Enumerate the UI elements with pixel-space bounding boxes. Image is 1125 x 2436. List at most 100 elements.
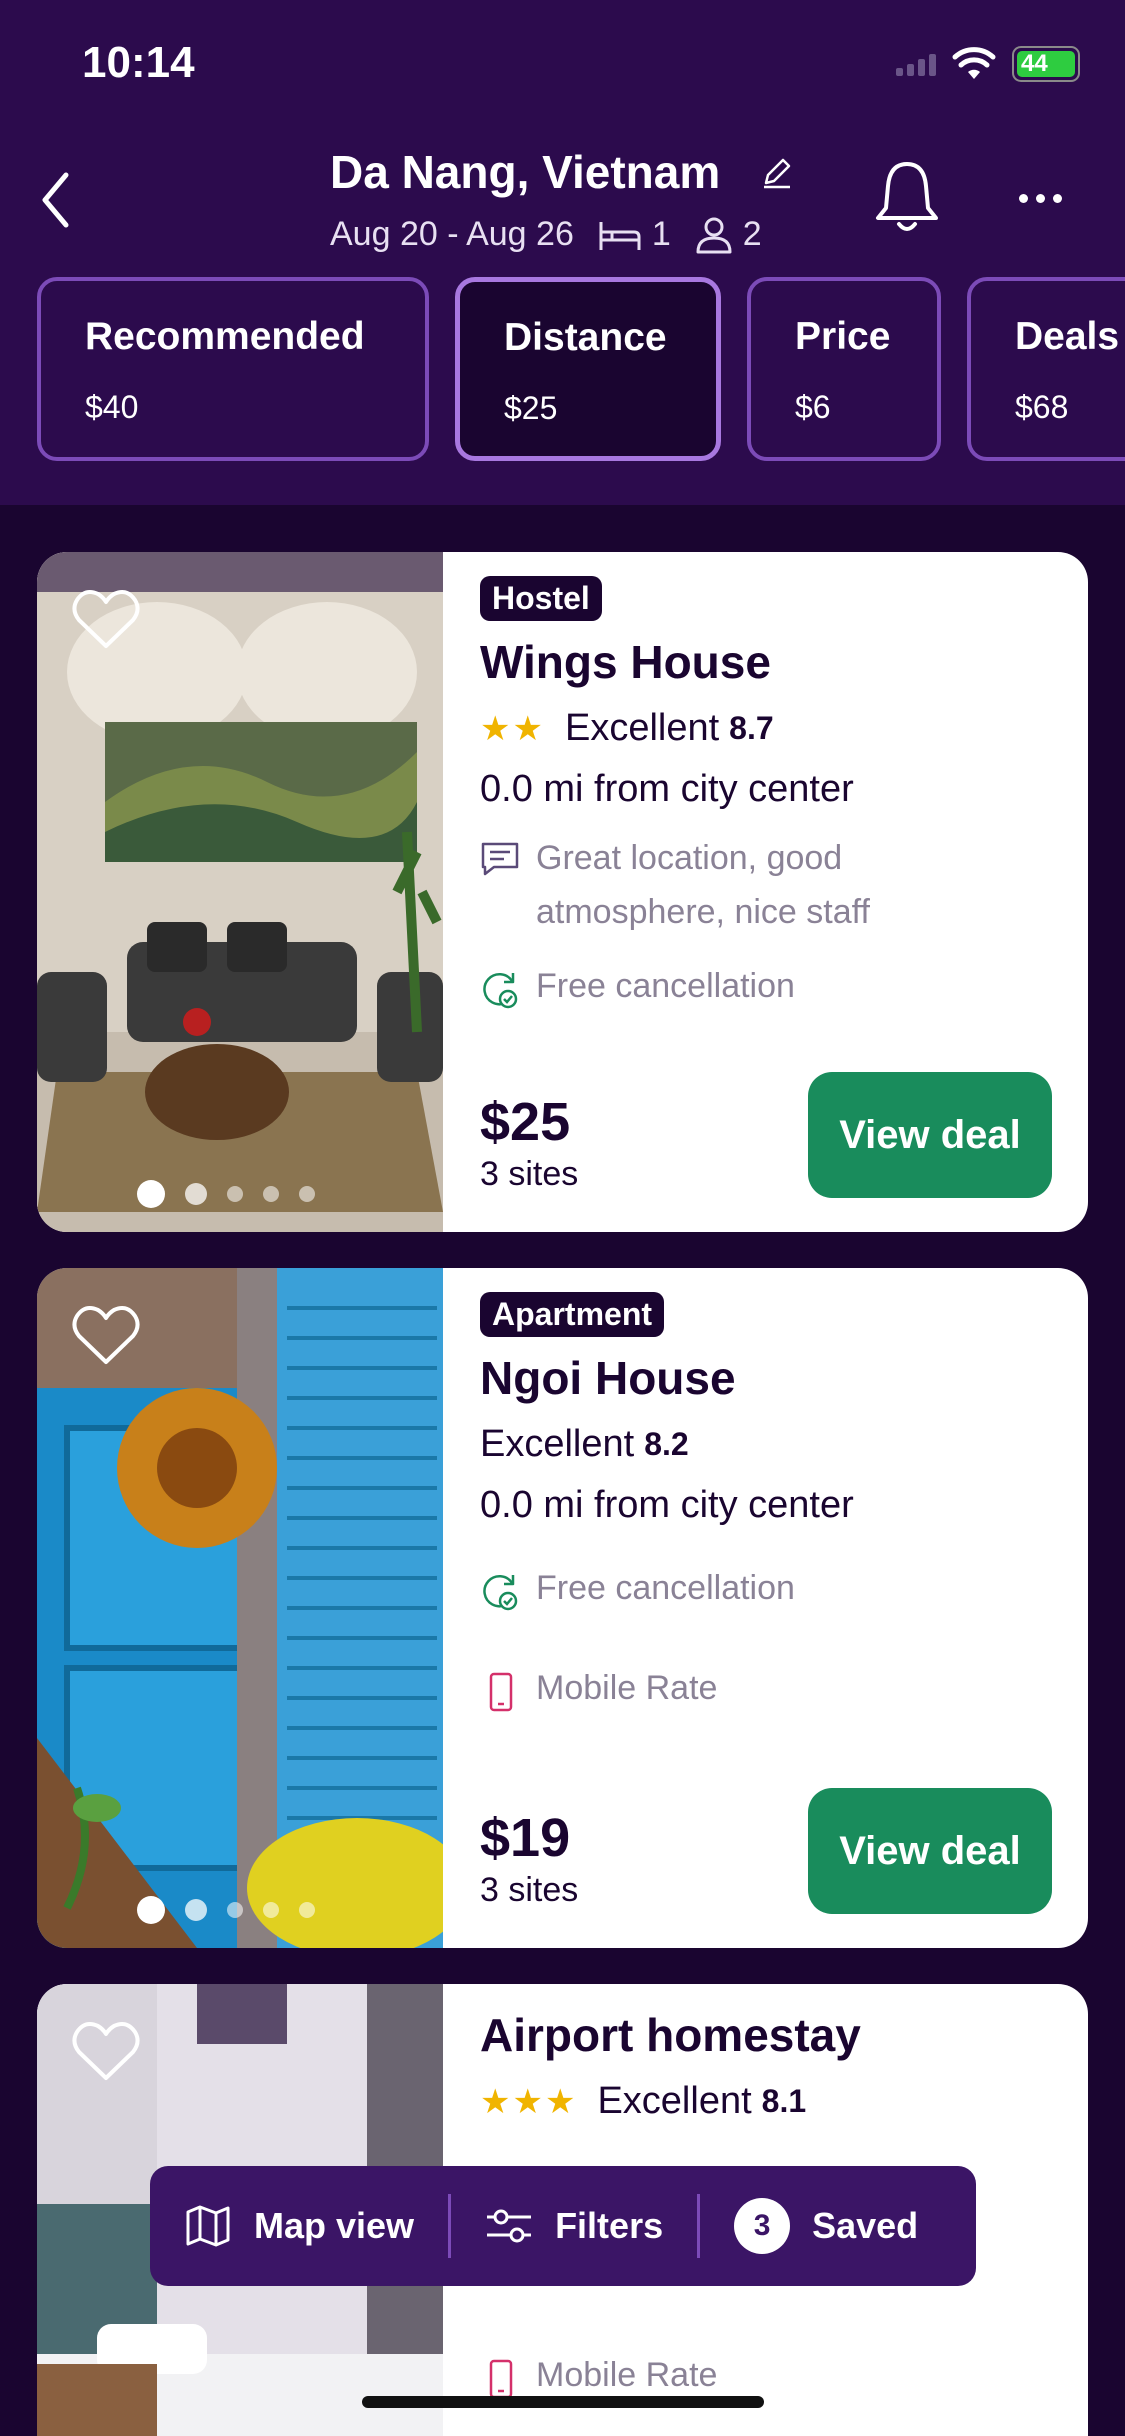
view-deal-button[interactable]: View deal [808, 1788, 1052, 1914]
guest-icon [696, 217, 732, 253]
star-rating: ★★★ [480, 2082, 578, 2121]
sort-tab-label: Price [795, 315, 891, 358]
free-cancellation-icon [483, 973, 518, 1009]
mobile-rate-text: Mobile Rate [536, 2356, 718, 2394]
map-icon [186, 2205, 230, 2247]
search-subtitle[interactable]: Aug 20 - Aug 26 1 2 [330, 215, 762, 254]
pager-dot [185, 1899, 207, 1921]
chevron-left-icon [42, 172, 69, 228]
saved-count-badge: 3 [734, 2198, 791, 2254]
rating: Excellent 8.2 [480, 1423, 1058, 1466]
saved-label: Saved [812, 2205, 919, 2246]
more-options-icon[interactable] [1010, 175, 1070, 221]
bed-icon [599, 221, 641, 250]
header: 10:14 44 Da Nang, Vietnam Aug 20 - Aug 2… [0, 0, 1125, 505]
sort-tab-deals[interactable]: Deals $68 [967, 277, 1125, 461]
sort-tab-distance[interactable]: Distance $25 [455, 277, 721, 461]
heart-icon[interactable] [71, 1304, 141, 1368]
photo-pager[interactable] [137, 1896, 315, 1924]
property-type-badge: Hostel [480, 576, 602, 621]
pager-dot [227, 1186, 243, 1202]
price-block: $19 3 sites [480, 1807, 578, 1910]
mobile-phone-icon [489, 1672, 513, 1712]
pager-dot [299, 1902, 315, 1918]
mobile-rate: Mobile Rate [480, 1661, 1058, 1715]
rating-text: Excellent [597, 2080, 752, 2122]
status-indicators: 44 [896, 46, 1080, 82]
distance: 0.0 mi from city center [480, 1484, 854, 1526]
map-view-button[interactable]: Map view [150, 2166, 448, 2286]
guest-count: 2 [742, 215, 762, 253]
sort-tabs: Recommended $40 Distance $25 Price $6 De… [37, 277, 1125, 461]
view-deal-button[interactable]: View deal [808, 1072, 1052, 1198]
battery-icon: 44 [1012, 46, 1080, 82]
date-range: Aug 20 - Aug 26 [330, 215, 574, 253]
hotel-name: Wings House [480, 636, 771, 688]
sites-count: 3 sites [480, 1155, 579, 1193]
photo-pager[interactable] [137, 1180, 315, 1208]
pager-dot [185, 1183, 207, 1205]
listing-photo[interactable] [37, 1268, 443, 1948]
review-snippet-text: Great location, good atmosphere, nice st… [536, 839, 870, 931]
sort-tab-recommended[interactable]: Recommended $40 [37, 277, 429, 461]
cellular-signal-icon [896, 52, 936, 76]
search-title[interactable]: Da Nang, Vietnam [330, 145, 720, 199]
filter-sliders-icon [487, 2209, 532, 2243]
star-rating: ★★ [480, 709, 545, 748]
edit-pencil-icon[interactable] [760, 155, 794, 189]
sort-tab-label: Recommended [85, 315, 365, 358]
status-time: 10:14 [82, 38, 195, 87]
pager-dot [137, 1180, 165, 1208]
price: $19 [480, 1808, 571, 1868]
room-count: 1 [651, 215, 671, 253]
rating-score: 8.1 [761, 2083, 807, 2119]
sites-count: 3 sites [480, 1871, 579, 1909]
property-type-badge: Apartment [480, 1292, 665, 1337]
heart-icon[interactable] [71, 2020, 141, 2084]
bell-icon[interactable] [872, 158, 942, 234]
free-cancellation: Free cancellation [480, 1561, 1058, 1615]
listing-card[interactable]: Apartment Ngoi House Excellent 8.2 0.0 m… [37, 1268, 1088, 1948]
pager-dot [263, 1186, 279, 1202]
listing-photo[interactable] [37, 552, 443, 1232]
sort-tab-price: $6 [795, 389, 831, 425]
hotel-name: Ngoi House [480, 1352, 736, 1404]
listing-details: Airport homestay ★★★ Excellent 8.1 Mobil… [480, 2008, 1058, 2399]
free-cancellation: Free cancellation [480, 959, 1058, 1013]
map-view-label: Map view [254, 2205, 415, 2246]
sort-tab-label: Deals [1015, 315, 1120, 358]
pager-dot [263, 1902, 279, 1918]
mobile-phone-icon [489, 2359, 513, 2399]
home-indicator[interactable] [362, 2396, 764, 2408]
bottom-action-bar: Map view Filters 3 Saved [150, 2166, 976, 2286]
distance: 0.0 mi from city center [480, 768, 854, 810]
apartment-door-photo [37, 1268, 443, 1948]
listing-details: Hostel Wings House ★★ Excellent 8.7 0.0 … [480, 576, 1058, 1013]
listing-details: Apartment Ngoi House Excellent 8.2 0.0 m… [480, 1292, 1058, 1715]
wifi-icon [952, 47, 996, 79]
hostel-lounge-photo [37, 552, 443, 1232]
pager-dot [299, 1186, 315, 1202]
heart-icon[interactable] [71, 588, 141, 652]
sort-tab-price: $68 [1015, 389, 1069, 425]
hotel-name: Airport homestay [480, 2009, 861, 2061]
rating-text: Excellent [564, 707, 720, 749]
pager-dot [227, 1902, 243, 1918]
battery-level: 44 [1017, 51, 1075, 77]
rating-text: Excellent [480, 1423, 635, 1465]
price-block: $25 3 sites [480, 1091, 578, 1194]
sort-tab-label: Distance [504, 316, 667, 359]
free-cancellation-icon [483, 1575, 518, 1611]
filters-button[interactable]: Filters [451, 2166, 697, 2286]
back-button[interactable] [30, 165, 80, 235]
saved-button[interactable]: 3 Saved [700, 2166, 952, 2286]
sort-tab-price[interactable]: Price $6 [747, 277, 941, 461]
rating: ★★★ Excellent 8.1 [480, 2080, 1058, 2123]
comment-icon [481, 842, 519, 876]
listing-card[interactable]: Hostel Wings House ★★ Excellent 8.7 0.0 … [37, 552, 1088, 1232]
mobile-rate-text: Mobile Rate [536, 1669, 718, 1707]
review-snippet: Great location, good atmosphere, nice st… [480, 831, 1058, 939]
rating-score: 8.2 [644, 1426, 689, 1462]
mobile-rate: Mobile Rate [480, 2348, 717, 2402]
sort-tab-price: $25 [504, 390, 558, 426]
